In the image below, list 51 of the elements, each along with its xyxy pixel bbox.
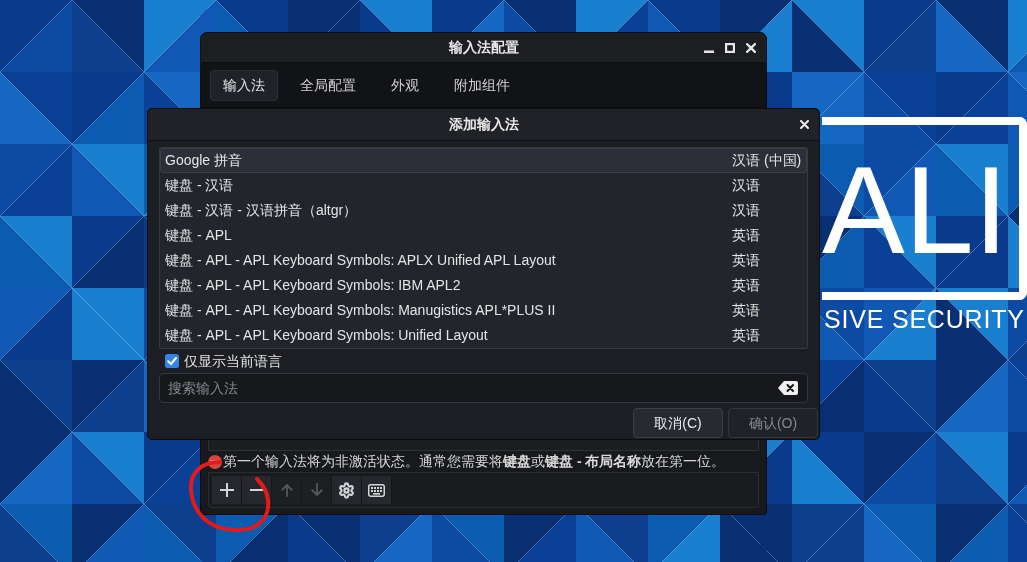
list-row[interactable]: Google 拼音 汉语 (中国) bbox=[160, 148, 807, 173]
tab[interactable]: 附加组件 bbox=[441, 69, 523, 101]
language-label: 英语 bbox=[732, 327, 761, 344]
arrow-down-icon bbox=[310, 483, 323, 497]
logo-tagline: SIVE SECURITY bbox=[824, 307, 1025, 332]
tab[interactable]: 外观 bbox=[378, 69, 432, 101]
configure-button[interactable] bbox=[332, 476, 362, 504]
list-row[interactable]: 键盘 - APL - APL Keyboard Symbols: Manugistics APL*PLUS II 英语 bbox=[160, 298, 807, 323]
method-name: 键盘 - APL - APL Keyboard Symbols: APLX Unified APL Layout bbox=[165, 252, 556, 269]
tab[interactable]: 输入法 bbox=[210, 69, 278, 101]
method-name: Google 拼音 bbox=[165, 152, 243, 169]
gear-icon bbox=[338, 481, 355, 499]
clear-icon[interactable] bbox=[778, 381, 798, 395]
method-name: 键盘 - 汉语 - 汉语拼音（altgr） bbox=[165, 202, 358, 219]
method-name: 键盘 - APL - APL Keyboard Symbols: Manugistics APL*PLUS II bbox=[165, 302, 556, 319]
checkbox-label[interactable]: 仅显示当前语言 bbox=[184, 350, 282, 372]
dialog-title: 添加输入法 bbox=[448, 115, 519, 134]
list-row[interactable]: 键盘 - APL 英语 bbox=[160, 223, 807, 248]
method-name: 键盘 - APL bbox=[165, 227, 232, 244]
search-field[interactable]: 搜索输入法 bbox=[159, 373, 808, 403]
minus-icon bbox=[249, 489, 264, 491]
language-label: 汉语 (中国) bbox=[732, 152, 803, 169]
list-row[interactable]: 键盘 - APL - APL Keyboard Symbols: Unified Layout 英语 bbox=[160, 323, 807, 348]
cancel-button[interactable]: 取消(C) bbox=[633, 408, 723, 438]
list-row[interactable]: 键盘 - APL - APL Keyboard Symbols: APLX Unified APL Layout 英语 bbox=[160, 248, 807, 273]
add-button[interactable] bbox=[212, 476, 242, 504]
list-row[interactable]: 键盘 - 汉语 - 汉语拼音（altgr） 汉语 bbox=[160, 198, 807, 223]
language-label: 汉语 bbox=[732, 177, 761, 194]
checkbox[interactable] bbox=[165, 354, 179, 368]
logo-text: ALI bbox=[822, 148, 1010, 272]
arrow-up-icon bbox=[280, 483, 293, 497]
window-title: 输入法配置 bbox=[448, 38, 519, 57]
no-entry-icon bbox=[208, 454, 222, 469]
language-label: 英语 bbox=[732, 252, 761, 269]
method-name: 键盘 - 汉语 bbox=[165, 177, 234, 194]
language-label: 汉语 bbox=[732, 202, 761, 219]
keyboard-layout-button[interactable] bbox=[362, 476, 392, 504]
close-icon[interactable] bbox=[800, 120, 809, 129]
maximize-icon[interactable] bbox=[725, 42, 735, 53]
tab[interactable]: 全局配置 bbox=[287, 69, 369, 101]
close-icon[interactable] bbox=[746, 42, 756, 53]
language-label: 英语 bbox=[732, 302, 761, 319]
method-name: 键盘 - APL - APL Keyboard Symbols: IBM APL2 bbox=[165, 277, 461, 294]
keyboard-icon bbox=[368, 483, 385, 497]
plus-icon bbox=[219, 483, 234, 497]
language-label: 英语 bbox=[732, 277, 761, 294]
note-text: 第一个输入法将为非激活状态。通常您需要将键盘或键盘 - 布局名称放在第一位。 bbox=[223, 452, 726, 471]
list-row[interactable]: 键盘 - APL - APL Keyboard Symbols: IBM APL2 英语 bbox=[160, 273, 807, 298]
language-label: 英语 bbox=[732, 227, 761, 244]
list-row[interactable]: 键盘 - 汉语 汉语 bbox=[160, 173, 807, 198]
method-name: 键盘 - APL - APL Keyboard Symbols: Unified Layout bbox=[165, 327, 488, 344]
